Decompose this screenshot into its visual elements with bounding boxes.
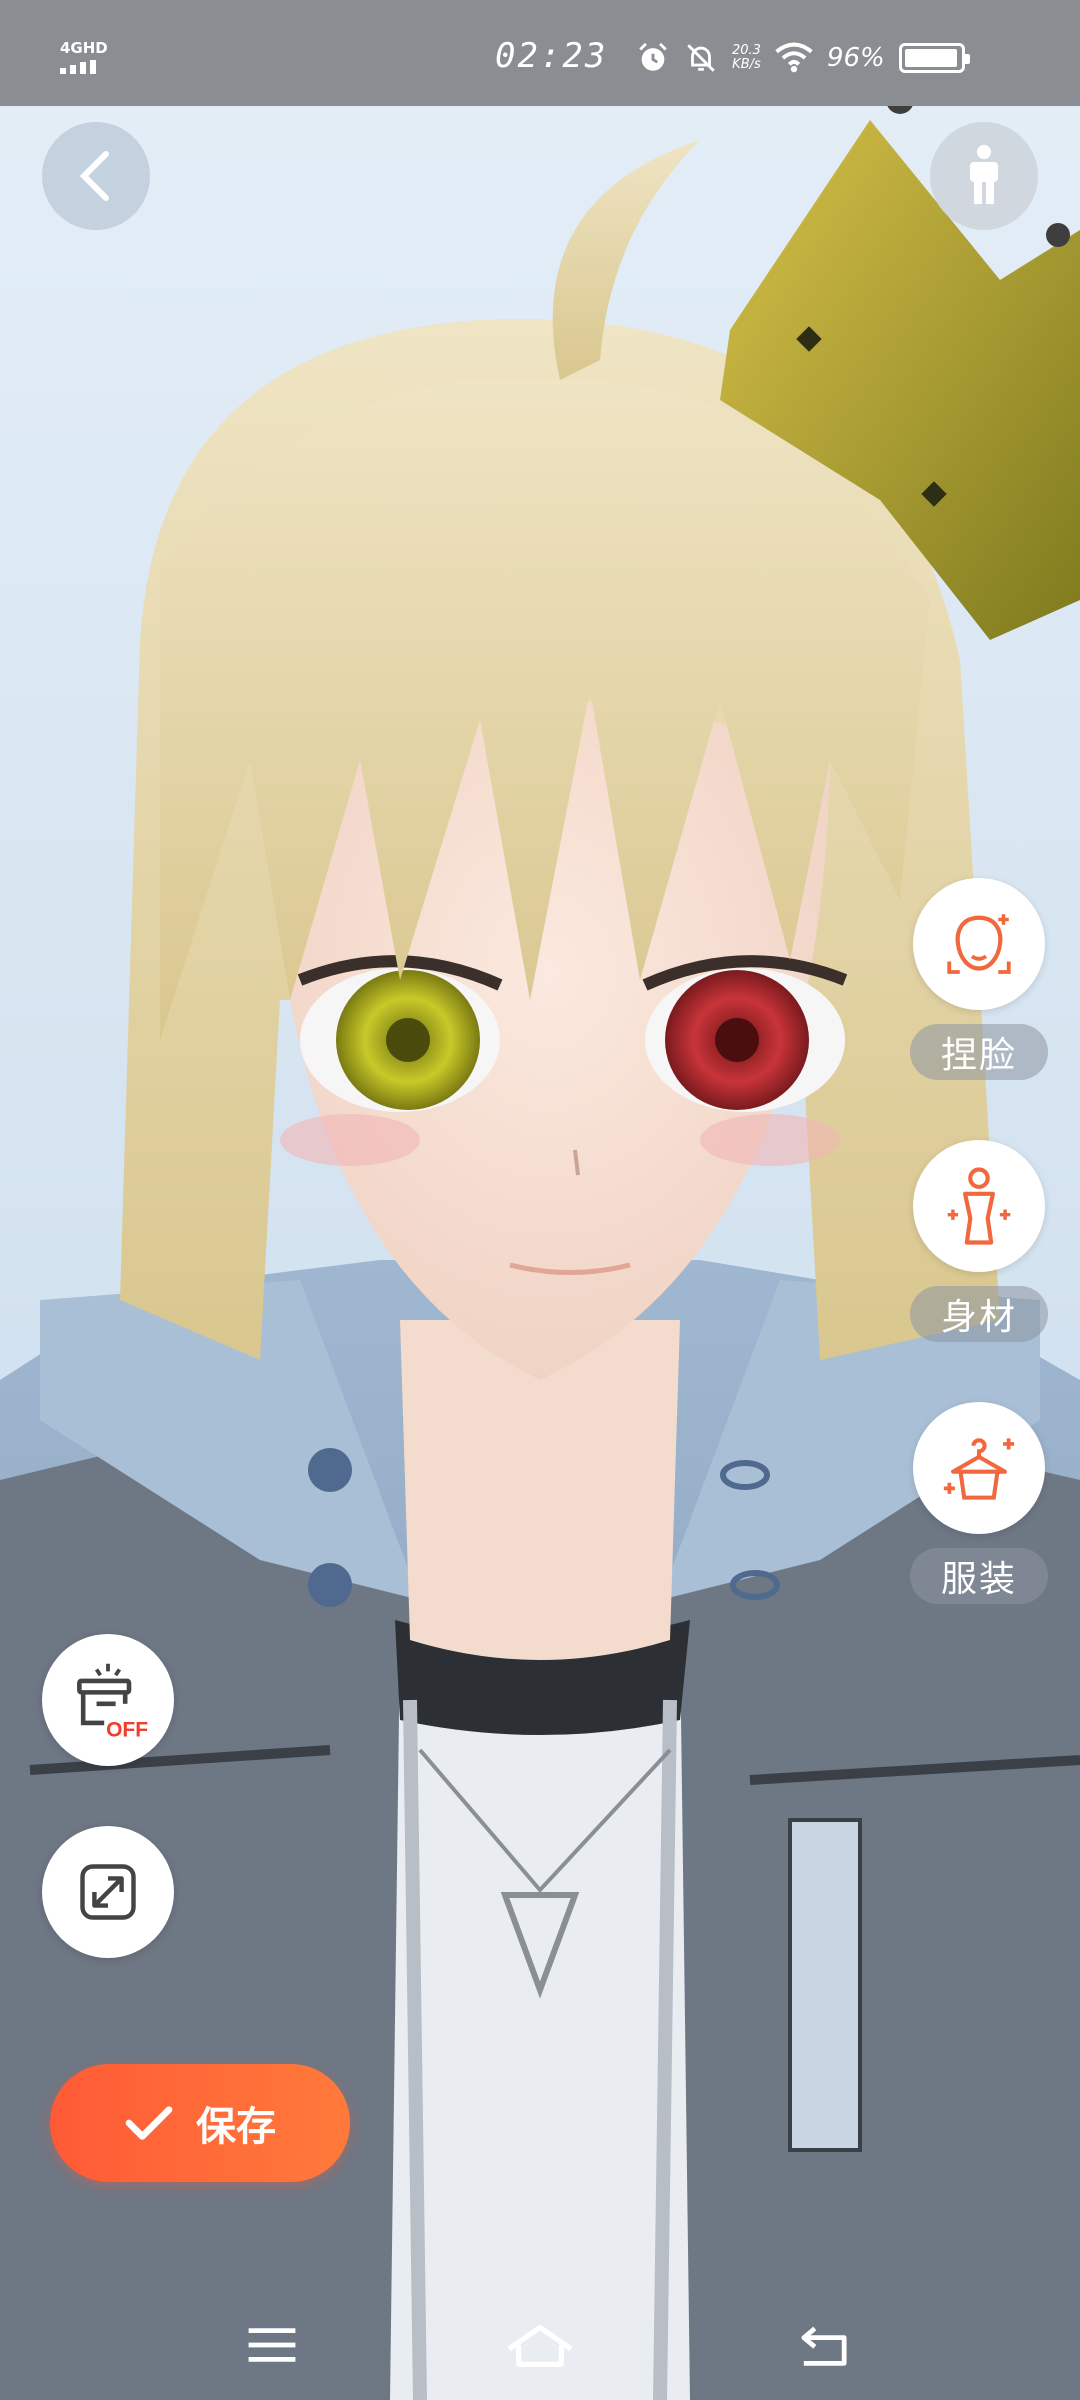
fullscreen-button[interactable] (42, 1826, 174, 1958)
navigation-bar (0, 2290, 1080, 2400)
expand-icon (80, 1864, 136, 1920)
signal-icon (60, 60, 108, 74)
side-menu-body[interactable]: 身材 (910, 1140, 1048, 1342)
speed-value: 20.3 (732, 43, 761, 58)
status-icons: 20.3 KB/s 96% (636, 36, 970, 80)
side-menu-label: 捏脸 (910, 1024, 1048, 1080)
side-menu-label: 身材 (910, 1286, 1048, 1342)
clock: 02:23 (495, 36, 608, 76)
menu-icon (248, 2328, 296, 2362)
back-button[interactable] (42, 122, 150, 230)
network-label: 4GHD (60, 39, 108, 57)
chevron-left-icon (79, 151, 109, 201)
battery-icon (898, 43, 970, 73)
check-icon (125, 2106, 173, 2140)
save-button[interactable]: 保存 (50, 2064, 350, 2182)
clothes-button[interactable] (913, 1402, 1045, 1534)
battery-percent: 96% (826, 43, 885, 73)
background-toggle-button[interactable]: OFF (42, 1634, 174, 1766)
face-icon (947, 914, 1011, 974)
side-menu-clothes[interactable]: 服装 (910, 1402, 1048, 1604)
side-menu-face[interactable]: 捏脸 (910, 878, 1048, 1080)
person-pose-icon (970, 145, 998, 204)
home-icon (507, 2324, 573, 2367)
mute-bell-icon (687, 44, 715, 72)
body-button[interactable] (913, 1140, 1045, 1272)
nav-home-button[interactable] (500, 2310, 580, 2380)
nav-back-button[interactable] (784, 2310, 864, 2380)
alarm-icon (639, 42, 667, 71)
off-badge: OFF (106, 1718, 148, 1741)
save-label: 保存 (196, 2104, 276, 2150)
nav-menu-button[interactable] (232, 2310, 312, 2380)
speed-unit: KB/s (732, 57, 761, 72)
face-button[interactable] (913, 878, 1045, 1010)
scene-off-icon: OFF (77, 1663, 148, 1741)
hanger-clothes-icon (943, 1438, 1015, 1500)
back-icon (801, 2326, 847, 2366)
pose-button[interactable] (930, 122, 1038, 230)
network-indicator: 4GHD (60, 40, 108, 74)
network-speed: 20.3 KB/s (732, 44, 761, 72)
status-bar: 4GHD 02:23 20.3 KB/s 96% (0, 0, 1080, 106)
body-icon (947, 1167, 1011, 1245)
wifi-icon (775, 42, 813, 73)
side-menu-label: 服装 (910, 1548, 1048, 1604)
